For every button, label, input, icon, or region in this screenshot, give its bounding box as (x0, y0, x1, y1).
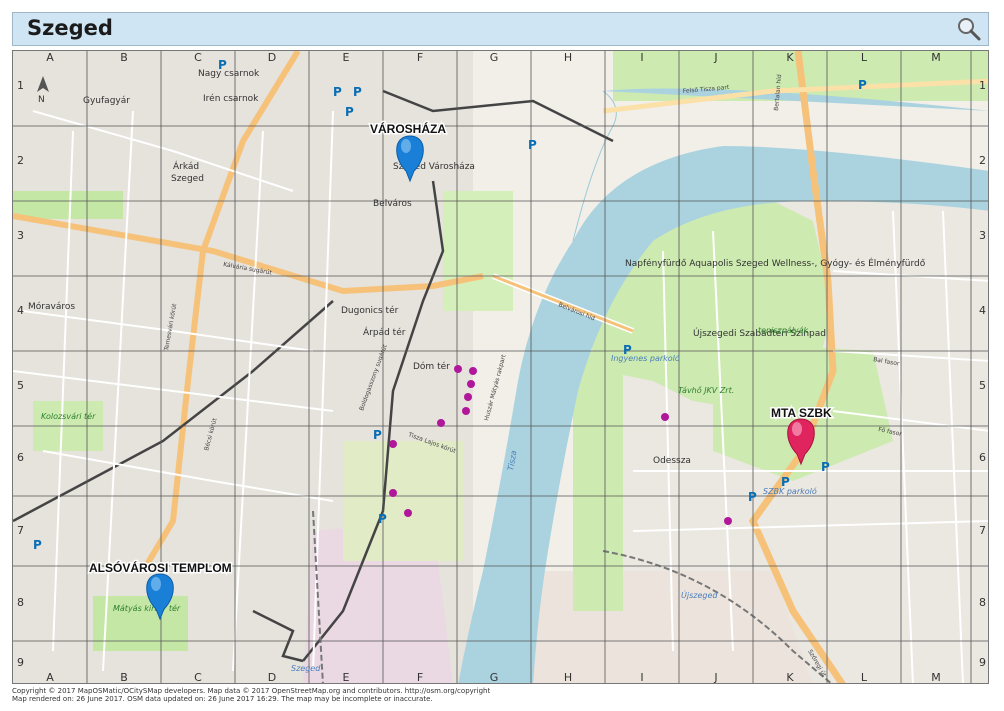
svg-text:P: P (748, 490, 757, 504)
title-bar: Szeged (12, 12, 989, 46)
place-gyufagyar: Gyufagyár (83, 96, 130, 106)
row-label: 8 (979, 596, 986, 609)
place-ujszeged-station: Újszeged (681, 589, 718, 600)
place-teniszpalyak: teniszpályák (758, 326, 809, 335)
place-matyas-kiraly-ter: Mátyás király tér (113, 603, 181, 613)
magnifier-icon[interactable] (956, 16, 982, 42)
svg-text:P: P (33, 538, 42, 552)
col-label: I (640, 51, 643, 64)
col-label: C (194, 671, 202, 684)
place-nagy-csarnok: Nagy csarnok (198, 69, 260, 79)
row-label: 6 (979, 451, 986, 464)
place-tavho: Távhő JKV Zrt. (678, 386, 734, 395)
svg-text:P: P (378, 512, 387, 526)
row-label: 2 (979, 154, 986, 167)
place-dugonics: Dugonics tér (341, 305, 399, 316)
marker-label-varoshaza: VÁROSHÁZA (370, 121, 446, 136)
col-label: H (564, 51, 572, 64)
row-label: 2 (17, 154, 24, 167)
place-arkad: Árkád (173, 160, 199, 172)
col-label: M (931, 51, 941, 64)
col-label: J (713, 51, 717, 64)
col-label: G (490, 51, 499, 64)
row-label: 9 (979, 656, 986, 669)
place-napfenyfurdo: Napfényfürdő Aquapolis Szeged Wellness-,… (625, 257, 926, 269)
place-belvaros: Belváros (373, 199, 412, 209)
row-label: 3 (979, 229, 986, 242)
col-label: E (343, 51, 350, 64)
place-szbk-parkolo: SZBK parkoló (763, 486, 817, 496)
col-label: L (861, 671, 868, 684)
place-odessza: Odessza (653, 456, 691, 466)
svg-text:P: P (345, 105, 354, 119)
row-label: 5 (979, 379, 986, 392)
copyright-line: Copyright © 2017 MapOSMatic/OCitySMap de… (12, 687, 491, 695)
col-label: B (120, 51, 128, 64)
col-label: C (194, 51, 202, 64)
col-label: I (640, 671, 643, 684)
place-ingyenes-parkolo: Ingyenes parkoló (611, 353, 680, 363)
row-label: 8 (17, 596, 24, 609)
svg-text:P: P (858, 78, 867, 92)
row-label: 4 (979, 304, 986, 317)
row-label: 9 (17, 656, 24, 669)
svg-text:P: P (333, 85, 342, 99)
render-info-line: Map rendered on: 26 June 2017. OSM data … (12, 695, 433, 703)
row-label: 6 (17, 451, 24, 464)
svg-text:P: P (373, 428, 382, 442)
marker-label-mta-szbk: MTA SZBK (771, 406, 832, 420)
svg-text:P: P (821, 460, 830, 474)
col-label: D (268, 51, 276, 64)
place-kolozsvari: Kolozsvári tér (41, 411, 96, 421)
row-label: 1 (17, 79, 24, 92)
place-szeged-station: Szeged (291, 664, 321, 673)
col-label: H (564, 671, 572, 684)
row-label: 7 (17, 524, 24, 537)
place-arpad: Árpád tér (363, 326, 406, 338)
place-moravaros: Móraváros (28, 301, 75, 312)
col-label: G (490, 671, 499, 684)
map-title: Szeged (27, 16, 113, 40)
svg-text:P: P (623, 343, 632, 357)
col-label: F (417, 51, 423, 64)
col-label: L (861, 51, 868, 64)
col-label: A (46, 51, 54, 64)
row-label: 3 (17, 229, 24, 242)
col-label: A (46, 671, 54, 684)
col-label: D (268, 671, 276, 684)
col-label: K (786, 51, 794, 64)
map-canvas[interactable]: A B C D E F G H I J K L M A B C D E F G … (12, 50, 989, 684)
svg-text:P: P (353, 85, 362, 99)
marker-label-alsovarosi-templom: ALSÓVÁROSI TEMPLOM (89, 560, 232, 575)
svg-text:P: P (218, 58, 227, 72)
park-campus (343, 441, 463, 561)
place-dom: Dóm tér (413, 361, 450, 372)
col-label: F (417, 671, 423, 684)
place-arkad-szeged: Szeged (171, 174, 204, 184)
city-map[interactable]: A B C D E F G H I J K L M A B C D E F G … (13, 51, 989, 684)
row-label: 4 (17, 304, 24, 317)
svg-text:N: N (38, 95, 45, 105)
svg-text:P: P (528, 138, 537, 152)
col-label: E (343, 671, 350, 684)
map-footer: Copyright © 2017 MapOSMatic/OCitySMap de… (12, 687, 490, 703)
row-label: 5 (17, 379, 24, 392)
col-label: B (120, 671, 128, 684)
svg-text:P: P (781, 475, 790, 489)
col-label: M (931, 671, 941, 684)
row-label: 7 (979, 524, 986, 537)
place-iren-csarnok: Irén csarnok (203, 93, 259, 104)
col-label: K (786, 671, 794, 684)
col-label: J (713, 671, 717, 684)
row-label: 1 (979, 79, 986, 92)
